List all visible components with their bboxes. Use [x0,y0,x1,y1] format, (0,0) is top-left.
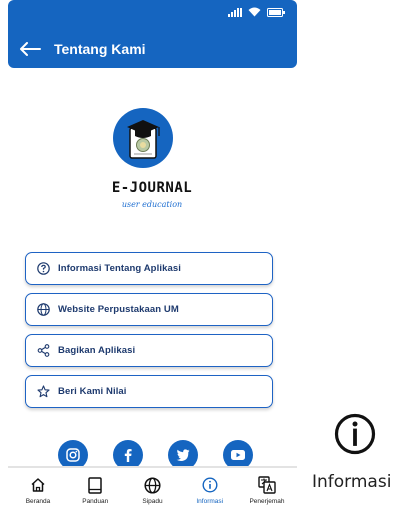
brand-tagline: user education [121,200,183,209]
share-icon [36,344,50,358]
home-icon [28,476,48,494]
back-button[interactable] [10,30,50,68]
info-icon [200,476,220,494]
menu-label: Beri Kami Nilai [58,386,127,397]
share-app-button[interactable]: Bagikan Aplikasi [25,334,273,367]
nav-label: Informasi [196,498,224,505]
globe-icon [143,476,163,494]
youtube-icon [231,450,245,460]
book-icon [85,476,105,494]
phone-screen: Tentang Kami E-JOURNAL user education In… [0,0,305,512]
info-app-button[interactable]: Informasi Tentang Aplikasi [25,252,273,285]
globe-icon [36,303,50,317]
menu-label: Bagikan Aplikasi [58,345,136,356]
graduation-cap-icon [127,120,160,159]
instagram-icon [66,448,80,462]
page-title: Tentang Kami [54,41,146,57]
signal-icon [228,7,242,17]
nav-sipadu[interactable]: Sipadu [127,476,179,512]
nav-label: Sipadu [142,498,163,505]
nav-label: Penerjemah [249,498,285,505]
app-bar: Tentang Kami [8,30,297,68]
about-menu: Informasi Tentang Aplikasi Website Perpu… [25,252,273,416]
bottom-navigation: Beranda Panduan Sipadu Informasi Penerje… [8,466,297,512]
nav-informasi[interactable]: Informasi [184,476,236,512]
twitter-icon [176,449,190,461]
logo-emblem [113,108,173,168]
status-icons [228,7,285,17]
library-website-button[interactable]: Website Perpustakaan UM [25,293,273,326]
menu-label: Website Perpustakaan UM [58,304,179,315]
help-circle-icon [36,262,50,276]
nav-penerjemah[interactable]: Penerjemah [241,476,293,512]
translate-icon [257,476,277,494]
nav-label: Panduan [82,498,109,505]
app-logo: E-JOURNAL user education [100,108,204,218]
nav-panduan[interactable]: Panduan [69,476,121,512]
menu-label: Informasi Tentang Aplikasi [58,263,181,274]
rate-app-button[interactable]: Beri Kami Nilai [25,375,273,408]
facebook-icon [124,449,132,462]
status-bar [8,0,297,30]
info-icon [334,413,376,455]
battery-icon [267,7,285,17]
wifi-icon [248,7,261,17]
brand-name: E-JOURNAL [111,180,193,196]
nav-label: Beranda [25,498,51,505]
arrow-left-icon [20,42,41,56]
zoom-callout: Informasi [308,410,408,510]
star-icon [36,385,50,399]
zoom-label: Informasi [312,472,392,492]
nav-beranda[interactable]: Beranda [12,476,64,512]
